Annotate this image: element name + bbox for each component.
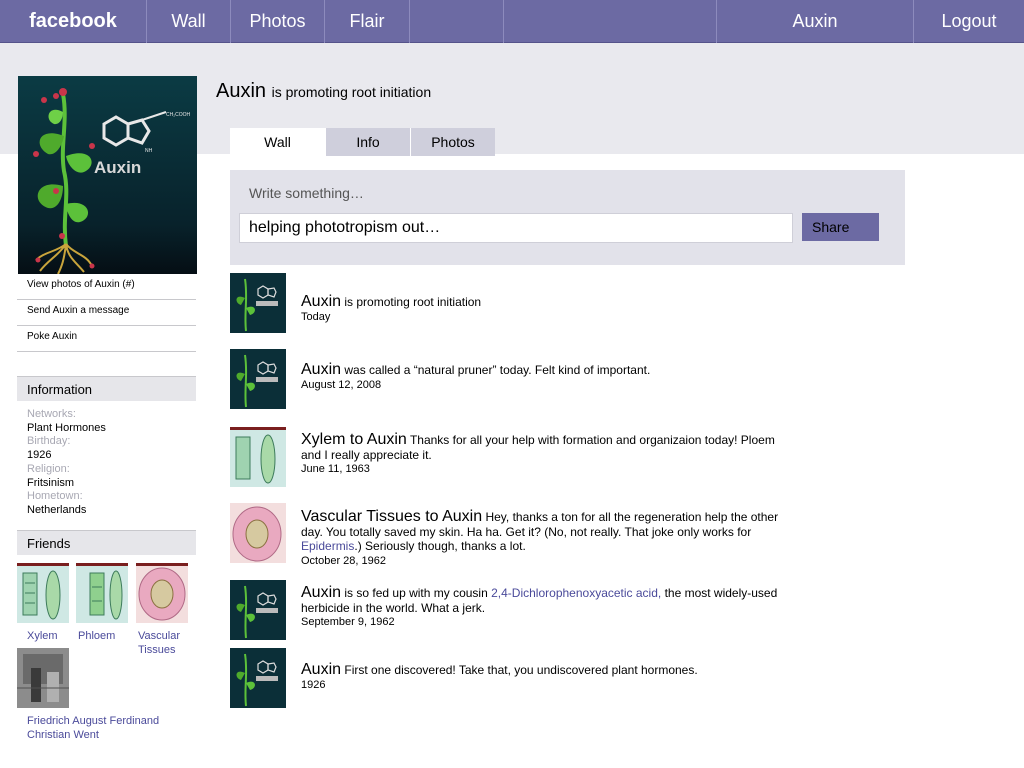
information-heading[interactable]: Information bbox=[17, 376, 196, 401]
post-text: is so fed up with my cousin bbox=[344, 586, 488, 600]
profile-actions: View photos of Auxin (#) Send Auxin a me… bbox=[17, 274, 196, 352]
friend-friedrich-went-label[interactable]: Friedrich August Ferdinand Christian Wen… bbox=[27, 714, 177, 742]
poke-link[interactable]: Poke Auxin bbox=[17, 326, 196, 352]
tab-wall[interactable]: Wall bbox=[230, 128, 325, 156]
nav-user-auxin[interactable]: Auxin bbox=[717, 0, 914, 43]
info-value-hometown: Netherlands bbox=[27, 503, 87, 516]
friend-phloem-label[interactable]: Phloem bbox=[78, 629, 115, 643]
post-date: September 9, 1962 bbox=[301, 616, 395, 628]
vascular-tissues-thumbnail[interactable] bbox=[136, 563, 188, 623]
composer-hint: Write something… bbox=[249, 185, 364, 201]
info-value-networks: Plant Hormones bbox=[27, 421, 106, 434]
post-author[interactable]: Vascular Tissues to Auxin bbox=[301, 508, 482, 525]
auxin-avatar[interactable] bbox=[230, 349, 286, 409]
profile-picture[interactable]: CH₂COOH NH Auxin bbox=[18, 76, 197, 274]
nav-empty-slot bbox=[410, 0, 504, 43]
wall-composer: Write something… helping phototropism ou… bbox=[230, 170, 905, 265]
molecule-formula-label: CH₂COOH bbox=[166, 112, 191, 118]
post-text: was called a “natural pruner” today. Fel… bbox=[344, 363, 651, 377]
post-text-end: .) Seriously though, thanks a lot. bbox=[354, 539, 526, 553]
post-date: Today bbox=[301, 310, 331, 323]
send-message-link[interactable]: Send Auxin a message bbox=[17, 300, 196, 326]
facebook-logo[interactable]: facebook bbox=[0, 0, 147, 43]
friends-heading[interactable]: Friends bbox=[17, 530, 196, 555]
post-author[interactable]: Auxin bbox=[301, 661, 341, 678]
nav-photos[interactable]: Photos bbox=[231, 0, 325, 43]
friedrich-went-thumbnail[interactable] bbox=[17, 648, 69, 708]
auxin-plant-illustration: CH₂COOH NH Auxin bbox=[33, 88, 191, 274]
post-body: Xylem to Auxin Thanks for all your help … bbox=[301, 431, 791, 477]
tab-info[interactable]: Info bbox=[325, 128, 410, 156]
epidermis-link[interactable]: Epidermis bbox=[301, 539, 354, 553]
nav-spacer bbox=[504, 0, 717, 43]
info-key-religion: Religion: bbox=[27, 462, 70, 475]
herbicide-link[interactable]: 2,4-Dichlorophenoxyacetic acid, bbox=[491, 586, 661, 600]
tab-photos[interactable]: Photos bbox=[410, 128, 495, 156]
post-body: Auxin is so fed up with my cousin 2,4-Di… bbox=[301, 584, 791, 630]
info-key-networks: Networks: bbox=[27, 408, 76, 420]
xylem-avatar[interactable] bbox=[230, 427, 286, 487]
auxin-avatar[interactable] bbox=[230, 273, 286, 333]
auxin-avatar[interactable] bbox=[230, 648, 286, 708]
friend-xylem-label[interactable]: Xylem bbox=[27, 629, 58, 643]
composer-input[interactable]: helping phototropism out… bbox=[239, 213, 793, 243]
info-key-hometown: Hometown: bbox=[27, 490, 83, 503]
phloem-thumbnail[interactable] bbox=[76, 563, 128, 623]
logout-button[interactable]: Logout bbox=[914, 0, 1024, 43]
post-date: August 12, 2008 bbox=[301, 378, 382, 391]
info-key-birthday: Birthday: bbox=[27, 435, 71, 448]
post-date: 1926 bbox=[301, 678, 326, 691]
auxin-avatar[interactable] bbox=[230, 580, 286, 640]
post-text: is promoting root initiation bbox=[344, 295, 482, 309]
friend-vascular-tissues-label[interactable]: Vascular Tissues bbox=[138, 629, 198, 657]
post-body: Vascular Tissues to Auxin Hey, thanks a … bbox=[301, 508, 791, 568]
info-value-birthday: 1926 bbox=[27, 449, 52, 462]
post-author[interactable]: Auxin bbox=[301, 361, 341, 378]
vascular-tissues-avatar[interactable] bbox=[230, 503, 286, 563]
post-date: June 11, 1963 bbox=[301, 463, 370, 475]
share-button[interactable]: Share bbox=[802, 213, 879, 241]
molecule-nh-label: NH bbox=[145, 148, 153, 154]
post-body: Auxin First one discovered! Take that, y… bbox=[301, 661, 791, 692]
profile-name[interactable]: Auxin bbox=[216, 80, 266, 102]
post-author[interactable]: Auxin bbox=[301, 293, 341, 310]
xylem-thumbnail[interactable] bbox=[17, 563, 69, 623]
nav-wall[interactable]: Wall bbox=[147, 0, 231, 43]
view-photos-link[interactable]: View photos of Auxin (#) bbox=[17, 274, 196, 300]
nav-flair[interactable]: Flair bbox=[325, 0, 410, 43]
post-body: Auxin was called a “natural pruner” toda… bbox=[301, 361, 791, 392]
post-author[interactable]: Auxin bbox=[301, 584, 341, 601]
post-date: October 28, 1962 bbox=[301, 554, 387, 567]
post-text: First one discovered! Take that, you und… bbox=[344, 663, 698, 677]
information-list: Networks: Plant Hormones Birthday: 1926 … bbox=[27, 408, 106, 518]
page-title: Auxin is promoting root initiation bbox=[216, 80, 431, 103]
post-body: Auxin is promoting root initiation Today bbox=[301, 293, 791, 324]
profile-picture-label: Auxin bbox=[94, 158, 141, 177]
post-author[interactable]: Xylem to Auxin bbox=[301, 431, 407, 448]
top-navigation-bar: facebook Wall Photos Flair Auxin Logout bbox=[0, 0, 1024, 43]
profile-status: is promoting root initiation bbox=[271, 84, 432, 100]
info-value-religion: Fritsinism bbox=[27, 476, 75, 489]
